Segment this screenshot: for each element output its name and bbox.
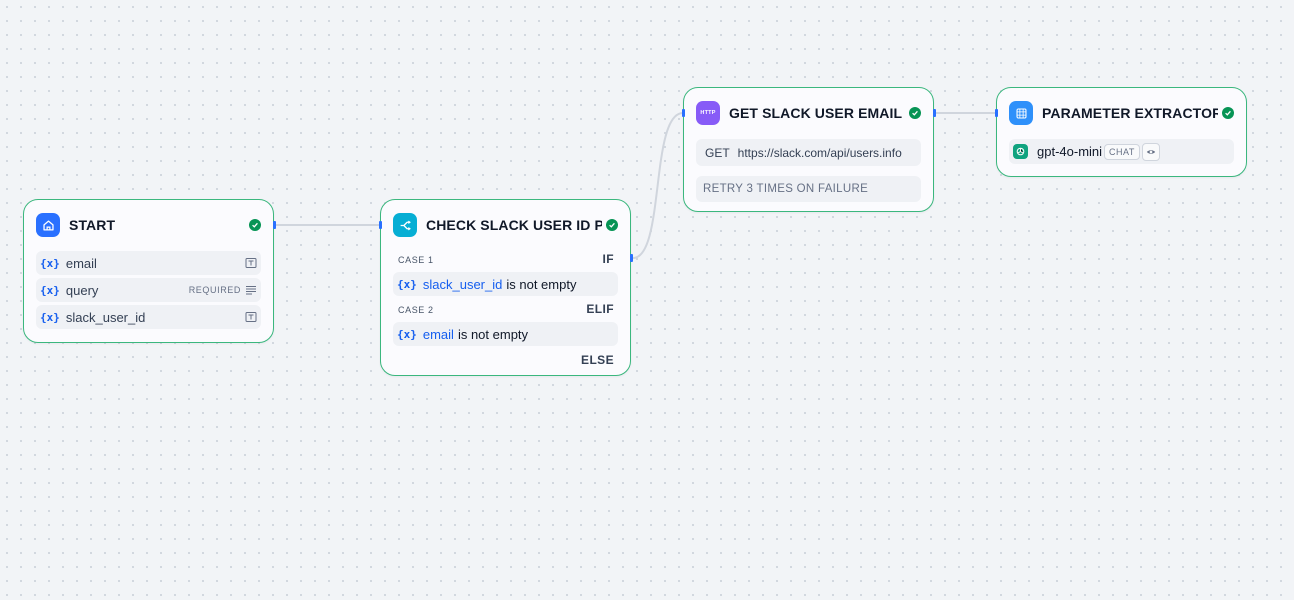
variable-icon: {x} — [40, 310, 60, 324]
success-check-icon — [249, 219, 261, 231]
eye-icon[interactable] — [1141, 142, 1160, 161]
if-else-input-handle[interactable] — [379, 221, 382, 229]
retry-info: RETRY 3 TIMES ON FAILURE — [696, 176, 921, 202]
start-variable-slack-user-id[interactable]: {x} slack_user_id — [36, 305, 261, 329]
http-input-handle[interactable] — [682, 109, 685, 117]
if-else-node-header: CHECK SLACK USER ID PRES — [393, 212, 618, 238]
start-output-handle[interactable] — [273, 221, 276, 229]
variable-icon: {x} — [397, 327, 417, 341]
success-check-icon — [606, 219, 618, 231]
http-node-title: GET SLACK USER EMAIL — [729, 105, 903, 121]
case-2-keyword: ELIF — [586, 302, 614, 316]
start-variable-email[interactable]: {x} email — [36, 251, 261, 275]
case-1-label: CASE 1 — [398, 255, 434, 265]
http-output-handle[interactable] — [933, 109, 936, 117]
http-node-header: HTTP GET SLACK USER EMAIL — [696, 100, 921, 126]
paragraph-icon — [246, 286, 256, 295]
parameter-extractor-icon — [1009, 101, 1033, 125]
extractor-node-header: PARAMETER EXTRACTOR — [1009, 100, 1234, 126]
variable-icon: {x} — [40, 283, 60, 297]
extractor-node-title: PARAMETER EXTRACTOR — [1042, 105, 1218, 121]
http-request-node[interactable]: HTTP GET SLACK USER EMAIL GET https://sl… — [682, 87, 936, 212]
home-icon — [36, 213, 60, 237]
case-2-label: CASE 2 — [398, 305, 434, 315]
start-variable-query[interactable]: {x} query REQUIRED — [36, 278, 261, 302]
start-node-title: START — [69, 217, 116, 233]
openai-icon — [1013, 144, 1028, 159]
http-method: GET — [705, 145, 730, 160]
http-icon-text: HTTP — [700, 110, 716, 116]
condition-variable: email — [422, 326, 454, 342]
variable-icon: {x} — [397, 277, 417, 291]
condition-operator: is not empty — [457, 326, 529, 342]
if-else-node[interactable]: CHECK SLACK USER ID PRES CASE 1 IF {x} s… — [379, 199, 633, 376]
success-check-icon — [909, 107, 921, 119]
model-selector[interactable]: gpt-4o-mini CHAT — [1009, 139, 1234, 164]
start-node-header: START — [36, 212, 261, 238]
edge-check-to-http — [632, 112, 684, 259]
variable-name: slack_user_id — [65, 309, 146, 325]
case-1-condition[interactable]: {x} slack_user_id is not empty — [393, 272, 618, 296]
text-input-icon — [245, 312, 257, 322]
required-badge: REQUIRED — [188, 285, 241, 295]
http-url: https://slack.com/api/users.info — [737, 145, 902, 160]
text-input-icon — [245, 258, 257, 268]
http-request-info[interactable]: GET https://slack.com/api/users.info — [696, 139, 921, 166]
condition-operator: is not empty — [506, 276, 577, 292]
success-check-icon — [1222, 107, 1234, 119]
if-output-handle[interactable] — [630, 254, 633, 262]
model-name: gpt-4o-mini — [1037, 144, 1103, 159]
case-1-keyword: IF — [602, 252, 614, 266]
model-mode-badge: CHAT — [1104, 143, 1140, 160]
variable-icon: {x} — [40, 256, 60, 270]
variable-name: email — [65, 255, 97, 271]
retry-text: RETRY 3 TIMES ON FAILURE — [703, 183, 869, 195]
variable-name: query — [65, 282, 99, 298]
case-2-condition[interactable]: {x} email is not empty — [393, 322, 618, 346]
branch-icon — [393, 213, 417, 237]
else-keyword: ELSE — [581, 353, 614, 367]
extractor-input-handle[interactable] — [995, 109, 998, 117]
if-else-node-title: CHECK SLACK USER ID PRES — [426, 217, 602, 233]
start-node[interactable]: START {x} email {x} query REQUIRED {x} s… — [23, 199, 276, 343]
condition-variable: slack_user_id — [422, 276, 503, 292]
parameter-extractor-node[interactable]: PARAMETER EXTRACTOR gpt-4o-mini CHAT — [995, 87, 1247, 177]
http-icon: HTTP — [696, 101, 720, 125]
